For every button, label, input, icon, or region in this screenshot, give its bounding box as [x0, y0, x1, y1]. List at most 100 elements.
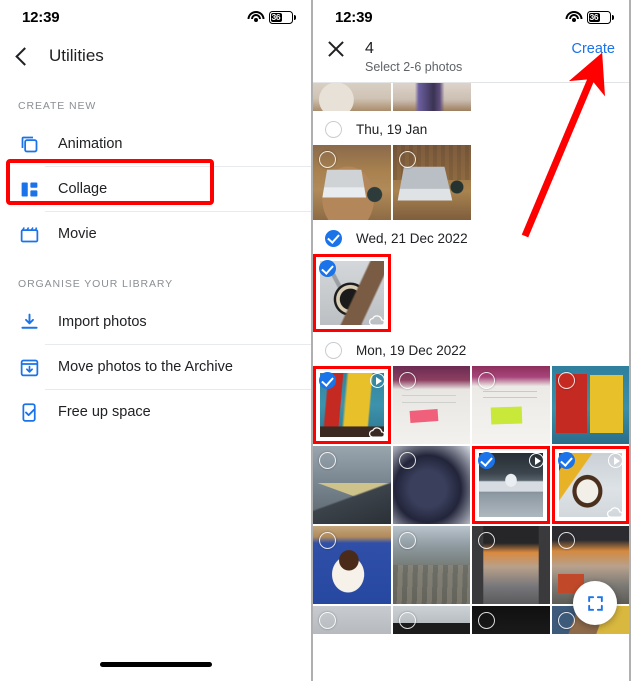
photo-row: [313, 366, 629, 444]
date-label: Wed, 21 Dec 2022: [356, 230, 468, 246]
fullscreen-expand-button[interactable]: [573, 581, 617, 625]
sidebar-item-move-to-archive[interactable]: Move photos to the Archive: [0, 345, 311, 389]
date-select-checkbox[interactable]: [325, 341, 342, 359]
date-select-checkbox[interactable]: [325, 120, 342, 138]
section-label-create-new: CREATE NEW: [18, 100, 97, 112]
photo-select-checkbox[interactable]: [319, 372, 336, 389]
photo-thumbnail-icecream-cup[interactable]: [313, 526, 391, 604]
sidebar-item-free-up-space[interactable]: Free up space: [0, 390, 311, 434]
movie-icon: [18, 223, 40, 245]
photo-select-checkbox[interactable]: [478, 372, 495, 389]
photo-thumbnail[interactable]: [472, 606, 550, 634]
photo-grid-scroll[interactable]: Thu, 19 Jan Wed, 21 Dec 2022 Mon, 19 Dec…: [313, 83, 629, 669]
photo-thumbnail-traffic-street[interactable]: [392, 526, 470, 604]
date-header-thu-19-jan[interactable]: Thu, 19 Jan: [313, 113, 629, 145]
photo-thumbnail-metro-platform[interactable]: [313, 446, 391, 524]
selected-count: 4: [365, 40, 374, 57]
photo-picker-header: 4 Create Select 2-6 photos: [313, 34, 629, 82]
photo-thumbnail-book-pink-note[interactable]: [392, 366, 470, 444]
sidebar-item-label: Move photos to the Archive: [58, 359, 233, 375]
back-chevron-icon[interactable]: [15, 46, 34, 66]
date-header-mon-19-dec-2022[interactable]: Mon, 19 Dec 2022: [313, 334, 629, 366]
photo-thumbnail[interactable]: [313, 83, 391, 111]
sidebar-item-animation[interactable]: Animation: [0, 122, 311, 166]
photo-thumbnail-watch[interactable]: [313, 254, 391, 332]
photo-thumbnail-metro-video[interactable]: [472, 446, 550, 524]
sidebar-item-import-photos[interactable]: Import photos: [0, 300, 311, 344]
cloud-backup-icon: [607, 507, 623, 518]
battery-icon: 36: [269, 10, 296, 24]
create-button[interactable]: Create: [571, 41, 615, 57]
photo-select-checkbox[interactable]: [399, 151, 416, 168]
sidebar-item-collage[interactable]: Collage: [0, 167, 311, 211]
photo-select-checkbox[interactable]: [478, 612, 495, 629]
fullscreen-expand-icon: [586, 594, 605, 613]
photo-select-checkbox[interactable]: [319, 612, 336, 629]
sidebar-item-label: Free up space: [58, 404, 151, 420]
cloud-backup-icon: [369, 315, 385, 326]
photo-select-checkbox[interactable]: [478, 532, 495, 549]
import-download-icon: [18, 311, 40, 333]
date-select-checkbox[interactable]: [325, 229, 342, 247]
status-indicators: 36: [247, 10, 296, 24]
date-header-wed-21-dec-2022[interactable]: Wed, 21 Dec 2022: [313, 222, 629, 254]
play-video-icon: [369, 373, 385, 388]
sidebar-item-label: Import photos: [58, 314, 147, 330]
photo-select-checkbox[interactable]: [398, 612, 416, 629]
photo-thumbnail-laptop-1[interactable]: [313, 145, 391, 220]
photo-select-checkbox[interactable]: [319, 151, 336, 168]
battery-level: 36: [271, 12, 281, 22]
right-status-bar: 12:39 36: [313, 0, 629, 34]
date-label: Mon, 19 Dec 2022: [356, 342, 467, 358]
grid-empty-space: [473, 83, 629, 111]
photo-thumbnail-laptop-2[interactable]: [393, 145, 471, 220]
photo-thumbnail-books-video[interactable]: [313, 366, 391, 444]
free-up-space-icon: [18, 401, 40, 423]
wifi-icon: [247, 10, 264, 24]
photo-select-checkbox[interactable]: [319, 452, 336, 469]
photo-thumbnail-icecream-video[interactable]: [551, 446, 629, 524]
battery-icon: 36: [587, 10, 614, 24]
photo-select-checkbox[interactable]: [557, 372, 575, 389]
page-title: Utilities: [49, 46, 104, 65]
photo-select-checkbox[interactable]: [398, 452, 416, 469]
photo-select-checkbox[interactable]: [557, 612, 575, 629]
section-label-organise-library: ORGANISE YOUR LIBRARY: [18, 278, 174, 290]
status-time: 12:39: [335, 8, 373, 26]
photo-select-checkbox[interactable]: [557, 532, 575, 549]
wifi-icon: [565, 10, 582, 24]
photo-thumbnail[interactable]: [313, 606, 391, 634]
play-video-icon: [608, 453, 623, 468]
photo-row: [313, 446, 629, 524]
sidebar-item-label: Collage: [58, 181, 108, 197]
left-phone-panel: 12:39 36 Utilities CREATE NEW Animation: [0, 0, 313, 681]
photo-select-checkbox[interactable]: [398, 372, 416, 389]
status-time: 12:39: [22, 8, 60, 26]
photo-thumbnail-book-green-note[interactable]: [472, 366, 550, 444]
photo-select-checkbox[interactable]: [319, 260, 336, 277]
photo-select-checkbox[interactable]: [478, 452, 495, 469]
photo-thumbnail-blurred-dark[interactable]: [392, 446, 470, 524]
photo-thumbnail[interactable]: [392, 606, 470, 634]
photo-select-checkbox[interactable]: [398, 532, 416, 549]
collage-icon: [18, 178, 40, 200]
archive-box-icon: [18, 356, 40, 378]
play-video-icon: [528, 453, 544, 468]
home-indicator: [99, 662, 212, 667]
photo-thumbnail-attitude-books[interactable]: [551, 366, 629, 444]
sidebar-item-label: Movie: [58, 226, 97, 242]
photo-select-checkbox[interactable]: [319, 532, 336, 549]
photo-row-partial: [313, 83, 629, 111]
photo-row: [313, 145, 629, 220]
photo-select-checkbox[interactable]: [557, 452, 575, 469]
left-nav-bar: Utilities: [0, 34, 311, 78]
battery-level: 36: [589, 12, 599, 22]
left-status-bar: 12:39 36: [0, 0, 311, 34]
photo-thumbnail[interactable]: [393, 83, 471, 111]
photo-thumbnail-sunset-bridge[interactable]: [472, 526, 550, 604]
right-phone-panel: 12:39 36 4 Create Select 2-6 photos Thu,…: [313, 0, 629, 681]
animation-icon: [18, 133, 40, 155]
grid-empty-space: [393, 254, 629, 332]
close-x-icon[interactable]: [327, 40, 345, 58]
sidebar-item-movie[interactable]: Movie: [0, 212, 311, 256]
